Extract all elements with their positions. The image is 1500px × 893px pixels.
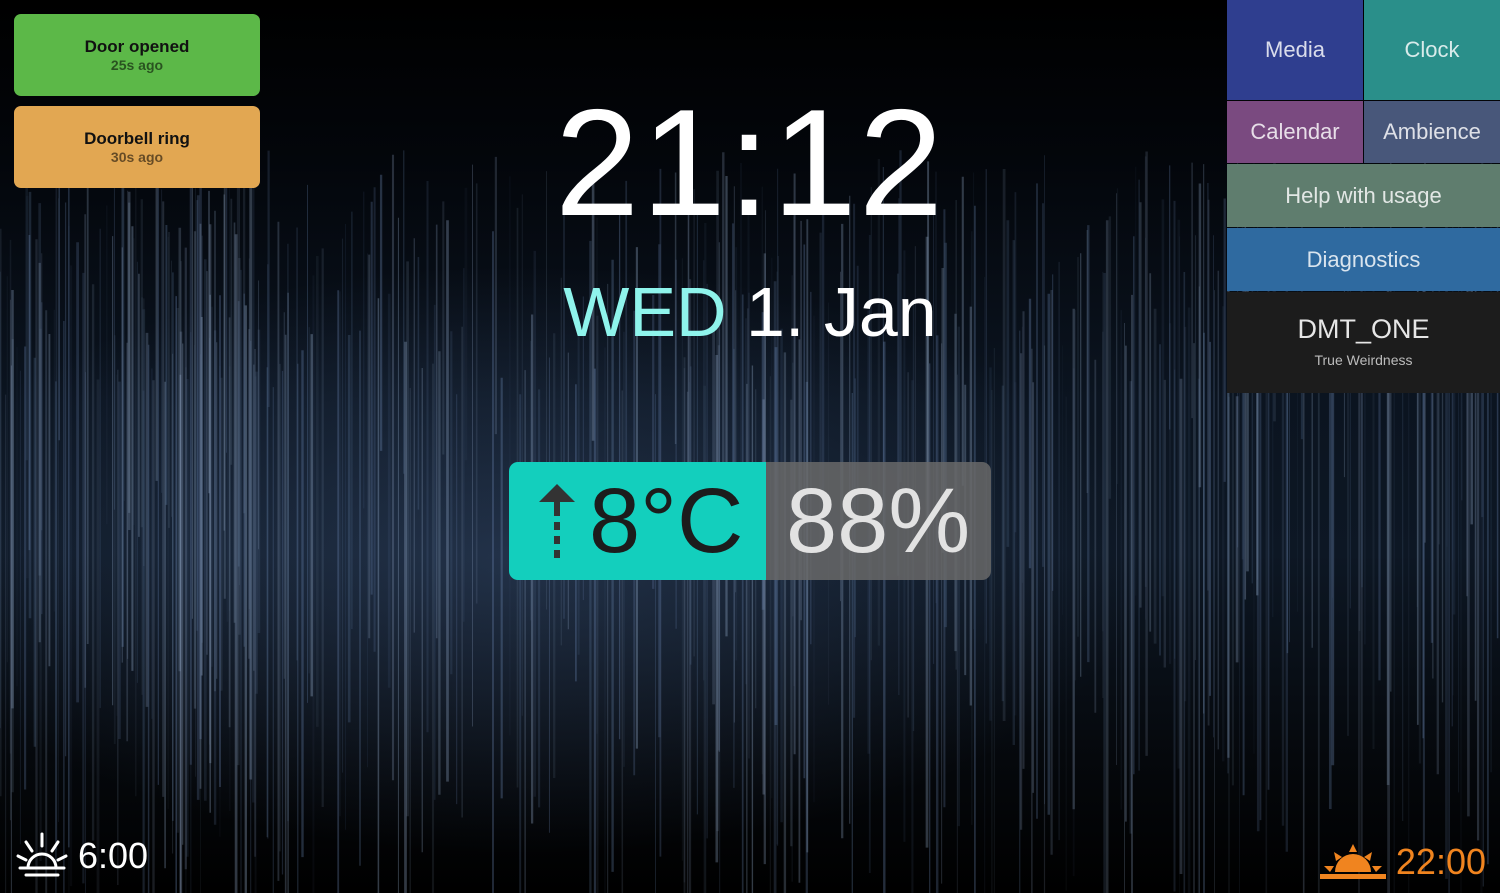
notification-door-opened[interactable]: Door opened 25s ago (14, 14, 260, 96)
app-menu: Media Clock Calendar Ambience Help with … (1227, 0, 1500, 393)
notification-title: Door opened (84, 37, 190, 56)
temperature-value: 8°C (589, 470, 744, 572)
weather-widget[interactable]: 8°C 88% (509, 462, 991, 580)
menu-media-button[interactable]: Media (1227, 0, 1363, 100)
sunset-icon (1319, 844, 1386, 879)
notification-time: 30s ago (110, 149, 164, 165)
humidity-value: 88% (786, 470, 971, 572)
humidity-panel: 88% (766, 462, 991, 580)
notification-doorbell-ring[interactable]: Doorbell ring 30s ago (14, 106, 260, 188)
sunrise-info: 6:00 (16, 826, 148, 886)
sunrise-time: 6:00 (78, 835, 149, 876)
sunset-time: 22:00 (1395, 841, 1486, 882)
device-name: DMT_ONE (1297, 314, 1430, 344)
menu-help-button[interactable]: Help with usage (1227, 164, 1500, 227)
clock-time: 21:12 (554, 78, 946, 248)
dashboard-screen: Door opened 25s ago Doorbell ring 30s ag… (0, 0, 1500, 893)
device-info: DMT_ONE True Weirdness (1227, 292, 1500, 393)
notification-title: Doorbell ring (84, 129, 190, 148)
device-subtitle: True Weirdness (1314, 352, 1413, 368)
notification-time: 25s ago (110, 57, 164, 73)
menu-calendar-button[interactable]: Calendar (1227, 101, 1363, 163)
arrow-up-dotted-icon (539, 484, 575, 558)
clock-date: WED 1. Jan (470, 272, 1030, 352)
menu-ambience-button[interactable]: Ambience (1364, 101, 1500, 163)
menu-diagnostics-button[interactable]: Diagnostics (1227, 228, 1500, 291)
temperature-panel: 8°C (509, 462, 766, 580)
clock-day-month: 1. Jan (746, 273, 937, 351)
clock-weekday: WED (563, 273, 727, 351)
menu-clock-button[interactable]: Clock (1364, 0, 1500, 100)
sunset-info: 22:00 (1319, 832, 1486, 892)
sunrise-icon (16, 832, 68, 877)
